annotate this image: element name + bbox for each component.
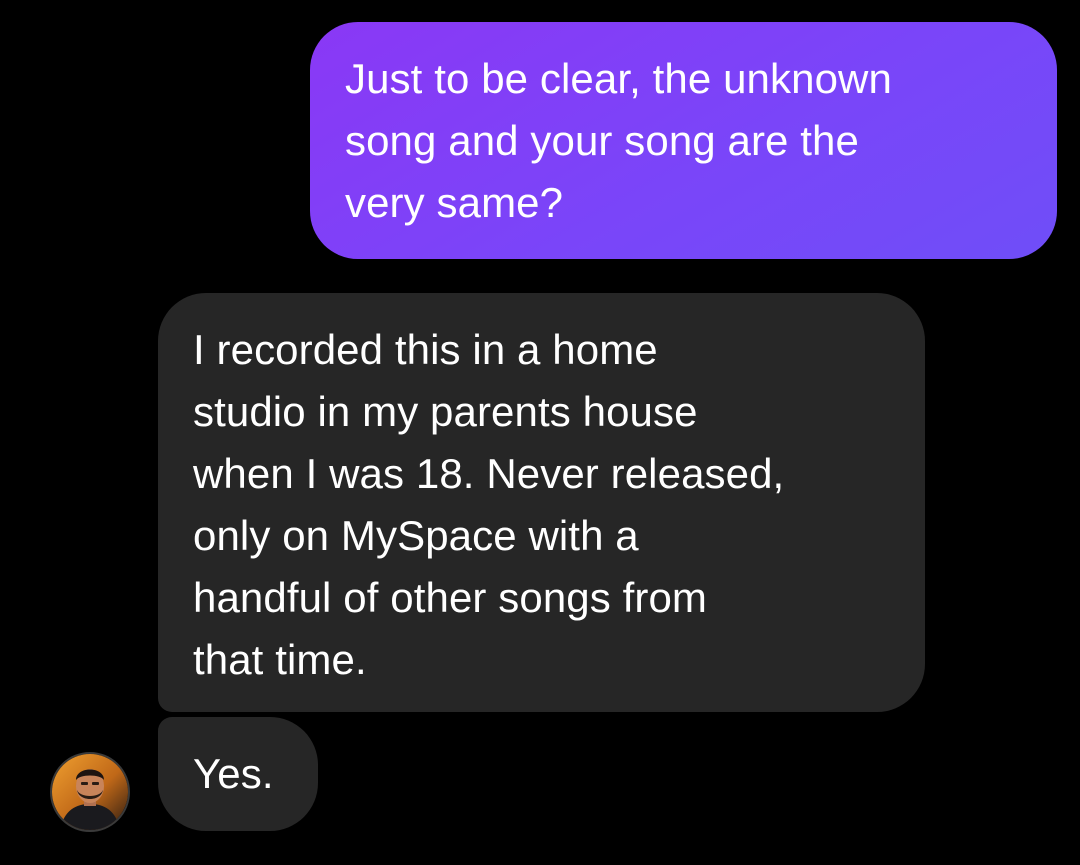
message-text-line: studio in my parents house	[193, 388, 698, 435]
message-text-line: when I was 18. Never released,	[193, 450, 785, 497]
received-message-bubble[interactable]: Yes.	[158, 717, 318, 831]
message-text-line: song and your song are the	[345, 117, 859, 164]
contact-avatar-icon[interactable]	[50, 752, 130, 832]
message-text-line: handful of other songs from	[193, 574, 708, 621]
message-text-line: Just to be clear, the unknown	[345, 55, 892, 102]
avatar-portrait-icon	[52, 754, 128, 830]
received-message-bubble[interactable]: I recorded this in a home studio in my p…	[158, 293, 925, 712]
sent-message-bubble[interactable]: Just to be clear, the unknown song and y…	[310, 22, 1057, 259]
message-text-line: only on MySpace with a	[193, 512, 639, 559]
message-text-line: I recorded this in a home	[193, 326, 658, 373]
message-text-line: that time.	[193, 636, 367, 683]
message-text-line: Yes.	[193, 750, 274, 797]
message-text-line: very same?	[345, 179, 564, 226]
